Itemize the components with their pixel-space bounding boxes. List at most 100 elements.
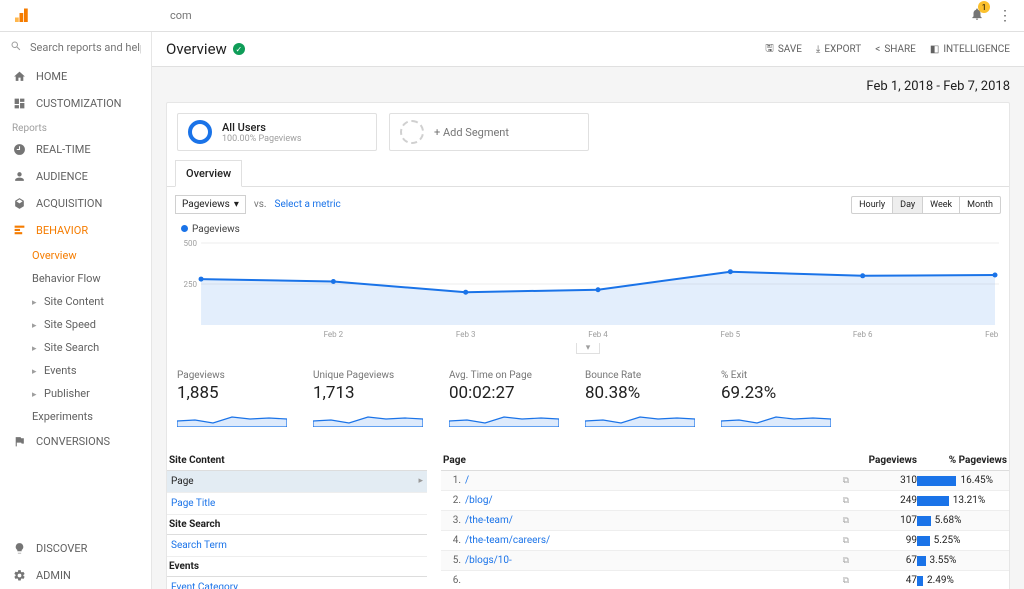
sparkline xyxy=(177,407,287,427)
open-icon[interactable]: ⧉ xyxy=(843,476,849,486)
open-icon[interactable]: ⧉ xyxy=(843,496,849,506)
col-pageviews-header[interactable]: Pageviews xyxy=(857,455,917,466)
row-page-link[interactable]: /the-team/careers/ xyxy=(461,535,843,546)
row-pct: 5.68% xyxy=(935,515,962,526)
secondary-metric-select[interactable]: Select a metric xyxy=(275,199,341,210)
page-header: Overview ✓ 🖫SAVE ⤓EXPORT <SHARE ◧INTELLI… xyxy=(152,32,1024,67)
open-icon[interactable]: ⧉ xyxy=(843,556,849,566)
row-rank: 3. xyxy=(443,515,461,526)
table-row[interactable]: 1./⧉31016.45% xyxy=(441,471,1009,491)
dim-page-title[interactable]: Page Title xyxy=(167,493,427,515)
pct-bar xyxy=(917,516,931,526)
tab-overview[interactable]: Overview xyxy=(175,160,242,187)
score-value: 69.23% xyxy=(721,383,841,403)
row-page-link[interactable]: / xyxy=(461,475,843,486)
subnav-site-search[interactable]: ▸Site Search xyxy=(0,336,151,359)
nav-home[interactable]: HOME xyxy=(0,63,151,90)
primary-metric-select[interactable]: Pageviews ▾ xyxy=(175,195,246,214)
acquisition-icon xyxy=(12,197,26,210)
dim-search-term[interactable]: Search Term xyxy=(167,535,427,557)
row-rank: 4. xyxy=(443,535,461,546)
subnav-site-content[interactable]: ▸Site Content xyxy=(0,290,151,313)
row-page-link[interactable]: /the-team/ xyxy=(461,515,843,526)
subnav-overview[interactable]: Overview xyxy=(0,244,151,267)
share-button[interactable]: <SHARE xyxy=(875,41,916,58)
account-crumb[interactable]: com xyxy=(170,9,192,22)
open-icon[interactable]: ⧉ xyxy=(843,536,849,546)
notifications-button[interactable]: 1 xyxy=(970,6,984,25)
col-page-header[interactable]: Page xyxy=(443,455,857,466)
table-row[interactable]: 4./the-team/careers/⧉995.25% xyxy=(441,531,1009,551)
granularity-toggle: Hourly Day Week Month xyxy=(851,196,1001,214)
gran-hourly[interactable]: Hourly xyxy=(852,197,892,213)
subnav-behavior-flow[interactable]: Behavior Flow xyxy=(0,267,151,290)
home-icon xyxy=(12,70,26,83)
pct-bar xyxy=(917,476,956,486)
chart-legend: Pageviews xyxy=(181,224,999,235)
scorecard[interactable]: % Exit69.23% xyxy=(721,370,841,431)
chevron-right-icon: ▸ xyxy=(32,344,40,354)
open-icon[interactable]: ⧉ xyxy=(843,576,849,586)
row-rank: 6. xyxy=(443,575,461,586)
subnav-experiments[interactable]: Experiments xyxy=(0,405,151,428)
page-title: Overview ✓ xyxy=(166,40,245,58)
intelligence-button[interactable]: ◧INTELLIGENCE xyxy=(930,41,1010,58)
sparkline xyxy=(585,407,695,427)
col-pct-header[interactable]: % Pageviews xyxy=(917,455,1007,466)
dim-page[interactable]: Page▸ xyxy=(167,471,427,493)
subnav-publisher[interactable]: ▸Publisher xyxy=(0,382,151,405)
svg-text:Feb 2: Feb 2 xyxy=(324,330,344,339)
nav-realtime[interactable]: REAL-TIME xyxy=(0,136,151,163)
chevron-right-icon: ▸ xyxy=(32,298,40,308)
table-row[interactable]: 6.⧉472.49% xyxy=(441,571,1009,589)
table-row[interactable]: 5./blogs/10-⧉673.55% xyxy=(441,551,1009,571)
score-label: Avg. Time on Page xyxy=(449,370,569,381)
chevron-right-icon: ▸ xyxy=(32,367,40,377)
svg-text:250: 250 xyxy=(184,280,198,289)
open-icon[interactable]: ⧉ xyxy=(843,516,849,526)
scorecard[interactable]: Avg. Time on Page00:02:27 xyxy=(449,370,569,431)
table-row[interactable]: 2./blog/⧉24913.21% xyxy=(441,491,1009,511)
nav-admin[interactable]: ADMIN xyxy=(0,562,151,589)
chevron-right-icon: ▸ xyxy=(32,390,40,400)
dim-event-category[interactable]: Event Category xyxy=(167,577,427,589)
row-page-link[interactable]: /blog/ xyxy=(461,495,843,506)
nav-behavior[interactable]: BEHAVIOR xyxy=(0,217,151,244)
date-range-picker[interactable]: Feb 1, 2018 - Feb 7, 2018 xyxy=(166,75,1010,102)
nav-conversions[interactable]: CONVERSIONS xyxy=(0,428,151,455)
pageviews-chart[interactable]: 250500Feb 2Feb 3Feb 4Feb 5Feb 6Feb 7 xyxy=(177,239,999,339)
subnav-events[interactable]: ▸Events xyxy=(0,359,151,382)
scorecard[interactable]: Unique Pageviews1,713 xyxy=(313,370,433,431)
row-page-link[interactable]: /blogs/10- xyxy=(461,555,843,566)
more-menu-button[interactable]: ⋮ xyxy=(998,8,1012,24)
bulb-icon xyxy=(12,542,26,555)
nav-acquisition[interactable]: ACQUISITION xyxy=(0,190,151,217)
add-circle-icon xyxy=(400,120,424,144)
nav-audience[interactable]: AUDIENCE xyxy=(0,163,151,190)
scorecard[interactable]: Pageviews1,885 xyxy=(177,370,297,431)
vs-label: vs. xyxy=(254,199,267,210)
add-segment-button[interactable]: + Add Segment xyxy=(389,113,589,151)
nav-customization[interactable]: CUSTOMIZATION xyxy=(0,90,151,117)
tab-strip: Overview xyxy=(167,160,1009,187)
gran-month[interactable]: Month xyxy=(959,197,1000,213)
chart-pager[interactable]: ▾ xyxy=(576,343,600,354)
table-row[interactable]: 3./the-team/⧉1075.68% xyxy=(441,511,1009,531)
nav-discover[interactable]: DISCOVER xyxy=(0,535,151,562)
gran-week[interactable]: Week xyxy=(922,197,959,213)
row-pct: 13.21% xyxy=(953,495,985,506)
main-content: Overview ✓ 🖫SAVE ⤓EXPORT <SHARE ◧INTELLI… xyxy=(152,32,1024,589)
search-row[interactable] xyxy=(0,32,151,63)
svg-text:500: 500 xyxy=(184,239,198,248)
score-label: Pageviews xyxy=(177,370,297,381)
subnav-site-speed[interactable]: ▸Site Speed xyxy=(0,313,151,336)
svg-text:Feb 6: Feb 6 xyxy=(853,330,873,339)
scorecard[interactable]: Bounce Rate80.38% xyxy=(585,370,705,431)
score-label: Unique Pageviews xyxy=(313,370,433,381)
segment-all-users[interactable]: All Users 100.00% Pageviews xyxy=(177,113,377,151)
save-button[interactable]: 🖫SAVE xyxy=(765,41,802,58)
flag-icon xyxy=(12,435,26,448)
gran-day[interactable]: Day xyxy=(892,197,922,213)
search-input[interactable] xyxy=(30,41,141,54)
export-button[interactable]: ⤓EXPORT xyxy=(816,41,861,58)
